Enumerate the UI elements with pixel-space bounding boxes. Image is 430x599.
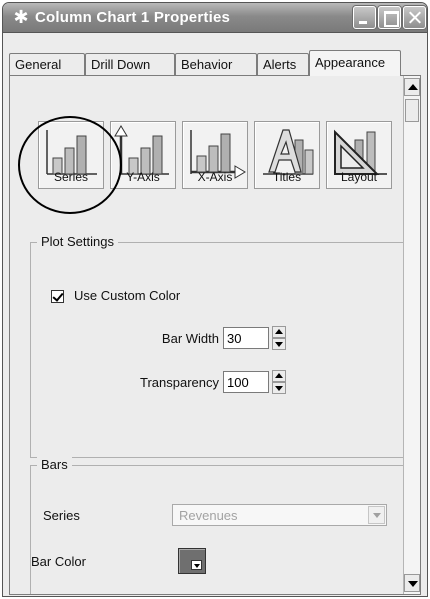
titles-button[interactable]: Titles bbox=[254, 121, 320, 189]
appearance-panel: Series Y-Axis X-Axis Titles Layout Plot … bbox=[9, 75, 421, 595]
transparency-input[interactable] bbox=[223, 371, 269, 393]
bars-group: Bars Series Revenues Bar Color bbox=[30, 457, 404, 594]
x-axis-button-label: X-Axis bbox=[197, 170, 233, 184]
x-axis-button[interactable]: X-Axis bbox=[182, 121, 248, 189]
series-button-label: Series bbox=[53, 170, 88, 184]
bar-color-picker[interactable] bbox=[178, 548, 206, 574]
use-custom-color-label: Use Custom Color bbox=[74, 288, 181, 303]
bars-legend: Bars bbox=[37, 457, 72, 472]
layout-button[interactable]: Layout bbox=[326, 121, 392, 189]
y-axis-button[interactable]: Y-Axis bbox=[110, 121, 176, 189]
y-axis-button-label: Y-Axis bbox=[126, 170, 160, 184]
maximize-button[interactable] bbox=[378, 6, 401, 29]
tab-behavior[interactable]: Behavior bbox=[175, 53, 257, 75]
series-label: Series bbox=[43, 508, 80, 523]
transparency-label: Transparency bbox=[140, 375, 219, 390]
bar-color-label: Bar Color bbox=[31, 554, 86, 569]
vertical-scrollbar[interactable] bbox=[403, 76, 420, 594]
spinner-down-icon[interactable] bbox=[272, 338, 286, 350]
minimize-button[interactable] bbox=[353, 6, 376, 29]
bar-width-input[interactable] bbox=[223, 327, 269, 349]
scroll-up-icon[interactable] bbox=[404, 78, 420, 96]
window-title: Column Chart 1 Properties bbox=[35, 9, 231, 26]
spinner-up-icon[interactable] bbox=[272, 326, 286, 338]
scroll-thumb[interactable] bbox=[405, 99, 419, 122]
series-select-value: Revenues bbox=[179, 508, 238, 523]
tab-drill-down[interactable]: Drill Down bbox=[85, 53, 175, 75]
spinner-up-icon[interactable] bbox=[272, 370, 286, 382]
series-select[interactable]: Revenues bbox=[172, 504, 387, 526]
tab-appearance[interactable]: Appearance bbox=[309, 50, 401, 76]
transparency-spinner[interactable] bbox=[272, 370, 286, 394]
series-button[interactable]: Series bbox=[38, 121, 104, 189]
scroll-down-icon[interactable] bbox=[404, 574, 420, 592]
plot-settings-legend: Plot Settings bbox=[37, 234, 118, 249]
spinner-down-icon[interactable] bbox=[272, 382, 286, 394]
gear-icon: ✱ bbox=[13, 7, 29, 27]
tab-general[interactable]: General bbox=[9, 53, 85, 75]
titles-button-label: Titles bbox=[272, 170, 302, 184]
tab-alerts[interactable]: Alerts bbox=[257, 53, 309, 75]
properties-window: ✱ Column Chart 1 Properties General Dril… bbox=[2, 2, 428, 597]
bar-width-spinner[interactable] bbox=[272, 326, 286, 350]
title-bar[interactable]: ✱ Column Chart 1 Properties bbox=[3, 3, 427, 33]
plot-settings-group: Plot Settings Use Custom Color Bar Width… bbox=[30, 234, 404, 458]
bar-width-label: Bar Width bbox=[161, 331, 219, 346]
use-custom-color-checkbox[interactable] bbox=[51, 290, 64, 303]
close-button[interactable] bbox=[403, 6, 426, 29]
chevron-down-icon[interactable] bbox=[368, 506, 385, 524]
layout-button-label: Layout bbox=[340, 170, 378, 184]
